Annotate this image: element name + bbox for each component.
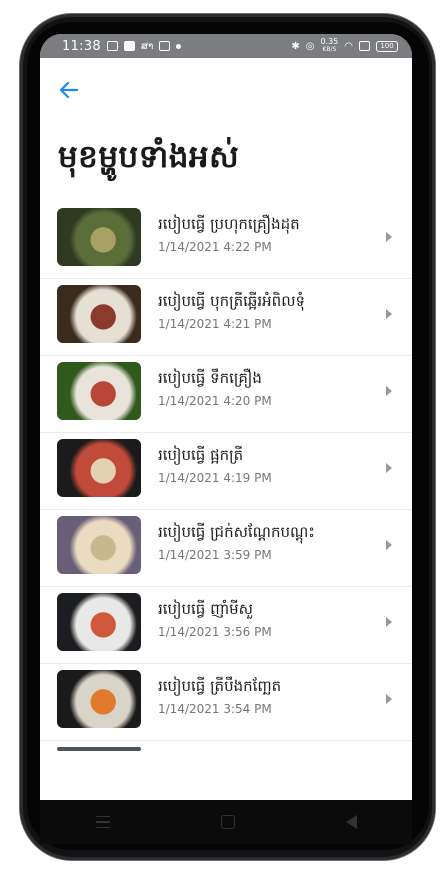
recipe-thumbnail <box>57 747 141 751</box>
sim-icon <box>359 41 370 51</box>
recipe-row[interactable]: របៀបធ្វើ ទឹកគ្រឿង 1/14/2021 4:20 PM <box>40 356 412 433</box>
back-button[interactable] <box>58 79 80 101</box>
chevron-right-icon <box>386 232 392 242</box>
recipe-date: 1/14/2021 3:54 PM <box>158 702 272 716</box>
wifi-icon: ◠ <box>344 40 353 52</box>
system-nav-bar <box>40 800 412 844</box>
page-title: មុខម្ហូបទាំងអស់ <box>58 139 240 175</box>
recipe-title: របៀបធ្វើ ផ្អកត្រី <box>158 446 244 464</box>
recipe-thumbnail <box>57 285 141 343</box>
recipe-thumbnail <box>57 439 141 497</box>
recipe-title: របៀបធ្វើ ញាំមីសួ <box>158 600 253 618</box>
back-triangle-icon[interactable] <box>345 815 357 829</box>
recipe-thumbnail <box>57 593 141 651</box>
recipe-date: 1/14/2021 3:59 PM <box>158 548 272 562</box>
recipe-row-partial[interactable] <box>40 741 412 761</box>
recipe-title: របៀបធ្វើ ត្រីបឹងកញ្ឆែត <box>158 677 282 695</box>
recipe-row[interactable]: របៀបធ្វើ ជ្រក់សណ្ដែកបណ្ដុះ 1/14/2021 3:59… <box>40 510 412 587</box>
status-time: 11:38 <box>62 38 101 54</box>
battery-icon: 100 <box>376 40 398 52</box>
recipe-date: 1/14/2021 4:20 PM <box>158 394 272 408</box>
app-screen: 11:38 ສາ ✱ ◎ 0.35 KB/S ◠ 100 មុខម្ហូបទាំ… <box>40 34 412 800</box>
recipe-row[interactable]: របៀបធ្វើ ញាំមីសួ 1/14/2021 3:56 PM <box>40 587 412 664</box>
recipe-thumbnail <box>57 670 141 728</box>
network-speed: 0.35 KB/S <box>320 38 338 54</box>
chevron-right-icon <box>386 386 392 396</box>
recipe-thumbnail <box>57 362 141 420</box>
menu-icon[interactable] <box>95 816 110 828</box>
recipe-list: របៀបធ្វើ ប្រហុកគ្រឿងដុត 1/14/2021 4:22 PM… <box>40 202 412 761</box>
recipe-row[interactable]: របៀបធ្វើ ត្រីបឹងកញ្ឆែត 1/14/2021 3:54 PM <box>40 664 412 741</box>
bluetooth-icon: ✱ <box>291 40 300 52</box>
chevron-right-icon <box>386 463 392 473</box>
recipe-row[interactable]: របៀបធ្វើ បុកត្រីឆ្អើរអំពិលទុំ 1/14/2021 4… <box>40 279 412 356</box>
recipe-title: របៀបធ្វើ បុកត្រីឆ្អើរអំពិលទុំ <box>158 292 306 310</box>
chevron-right-icon <box>386 617 392 627</box>
recipe-title: របៀបធ្វើ ជ្រក់សណ្ដែកបណ្ដុះ <box>158 523 315 541</box>
recipe-title: របៀបធ្វើ ទឹកគ្រឿង <box>158 369 262 387</box>
app-notification-icon <box>159 41 171 51</box>
carrier-label: ສາ <box>140 40 154 52</box>
recipe-title: របៀបធ្វើ ប្រហុកគ្រឿងដុត <box>158 215 300 233</box>
recipe-thumbnail <box>57 208 141 266</box>
calendar-icon <box>106 41 118 51</box>
chevron-right-icon <box>386 694 392 704</box>
notification-dot-icon <box>176 43 182 49</box>
chevron-right-icon <box>386 540 392 550</box>
vibrate-icon: ◎ <box>305 40 315 52</box>
chevron-right-icon <box>386 309 392 319</box>
recipe-thumbnail <box>57 516 141 574</box>
recipe-date: 1/14/2021 4:19 PM <box>158 471 272 485</box>
youtube-icon <box>123 41 135 51</box>
arrow-left-icon <box>59 81 79 99</box>
recipe-date: 1/14/2021 4:21 PM <box>158 317 272 331</box>
network-speed-value: 0.35 <box>320 37 339 46</box>
recipe-date: 1/14/2021 4:22 PM <box>158 240 272 254</box>
network-speed-unit: KB/S <box>322 46 337 53</box>
recipe-row[interactable]: របៀបធ្វើ ផ្អកត្រី 1/14/2021 4:19 PM <box>40 433 412 510</box>
recipe-date: 1/14/2021 3:56 PM <box>158 625 272 639</box>
status-bar: 11:38 ສາ ✱ ◎ 0.35 KB/S ◠ 100 <box>40 34 412 58</box>
home-icon[interactable] <box>220 815 235 829</box>
recipe-row[interactable]: របៀបធ្វើ ប្រហុកគ្រឿងដុត 1/14/2021 4:22 PM <box>40 202 412 279</box>
